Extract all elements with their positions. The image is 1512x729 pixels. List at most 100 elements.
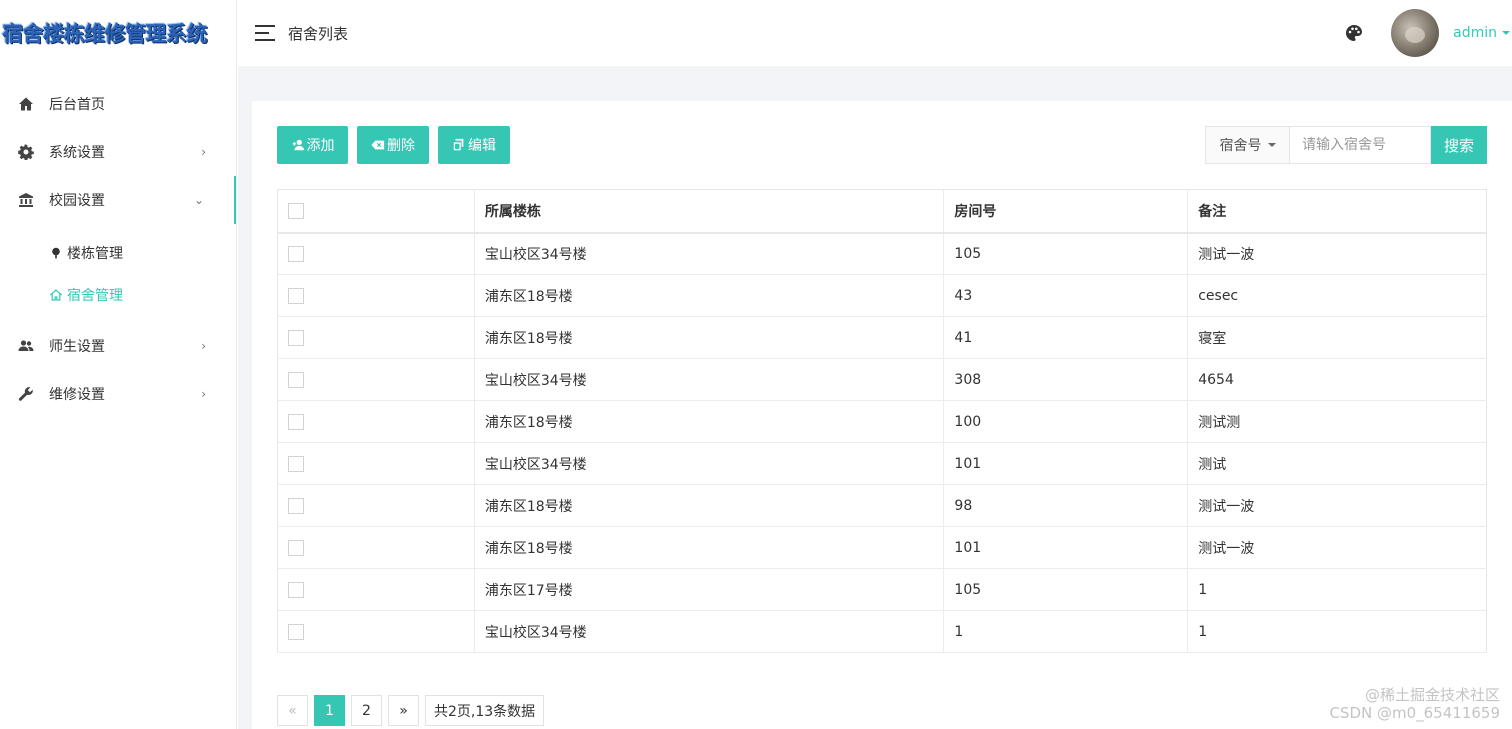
row-checkbox[interactable] bbox=[288, 413, 304, 430]
sidebar-item-campus-settings[interactable]: 校园设置 ⌄ bbox=[0, 176, 236, 224]
sidebar-item-label: 维修设置 bbox=[49, 387, 105, 403]
cell-room: 98 bbox=[943, 484, 1188, 527]
row-checkbox[interactable] bbox=[288, 371, 304, 388]
chevron-down-icon: ⌄ bbox=[193, 193, 204, 207]
table-row[interactable]: 宝山校区34号楼 105 测试一波 bbox=[277, 232, 1487, 275]
search-input[interactable] bbox=[1289, 126, 1431, 164]
sidebar-item-label: 校园设置 bbox=[49, 193, 105, 209]
cell-room: 101 bbox=[943, 526, 1188, 569]
row-checkbox[interactable] bbox=[288, 623, 304, 640]
cell-remark: 4654 bbox=[1187, 358, 1487, 401]
house-icon bbox=[50, 289, 62, 301]
campus-sub-menu: 楼栋管理 宿舍管理 bbox=[0, 224, 236, 322]
caret-down-icon bbox=[1267, 143, 1276, 147]
table-row[interactable]: 浦东区17号楼 105 1 bbox=[277, 568, 1487, 611]
sidebar-item-label: 后台首页 bbox=[49, 97, 105, 113]
sidebar-subitem-dorm-management[interactable]: 宿舍管理 bbox=[0, 274, 236, 316]
cell-building: 浦东区18号楼 bbox=[473, 484, 944, 527]
wrench-icon bbox=[18, 386, 34, 402]
row-checkbox[interactable] bbox=[288, 497, 304, 514]
cell-remark: 1 bbox=[1187, 610, 1487, 653]
sidebar-item-repair-settings[interactable]: 维修设置 › bbox=[0, 370, 236, 418]
cell-remark: 测试一波 bbox=[1187, 232, 1487, 275]
cell-remark: 测试一波 bbox=[1187, 484, 1487, 527]
home-icon bbox=[18, 96, 34, 112]
caret-down-icon bbox=[1502, 31, 1510, 35]
cell-remark: 测试一波 bbox=[1187, 526, 1487, 569]
table-row[interactable]: 宝山校区34号楼 1 1 bbox=[277, 610, 1487, 653]
column-header: 备注 bbox=[1187, 189, 1487, 234]
header-user-area: admin bbox=[1344, 0, 1512, 66]
watermark-line-1: @稀土掘金技术社区 bbox=[1364, 686, 1500, 704]
cell-room: 1 bbox=[943, 610, 1188, 653]
page-button-1[interactable]: 1 bbox=[314, 695, 345, 726]
sidebar-subitem-label: 宿舍管理 bbox=[67, 288, 123, 304]
row-checkbox[interactable] bbox=[288, 539, 304, 556]
cell-building: 浦东区18号楼 bbox=[473, 400, 944, 443]
table-row[interactable]: 浦东区18号楼 41 寝室 bbox=[277, 316, 1487, 359]
select-all-cell bbox=[277, 189, 475, 234]
watermark-line-2: CSDN @m0_65411659 bbox=[1329, 704, 1500, 722]
add-button[interactable]: 添加 bbox=[277, 126, 348, 164]
delete-button[interactable]: 删除 bbox=[357, 126, 429, 164]
row-checkbox[interactable] bbox=[288, 455, 304, 472]
search-button[interactable]: 搜索 bbox=[1431, 126, 1487, 164]
user-menu[interactable]: admin bbox=[1453, 25, 1510, 41]
column-header: 所属楼栋 bbox=[473, 189, 944, 234]
sidebar-menu-lower: 师生设置 › 维修设置 › bbox=[0, 322, 236, 418]
top-header: 宿舍列表 admin bbox=[238, 0, 1512, 66]
search-field-select[interactable]: 宿舍号 bbox=[1205, 126, 1289, 164]
cell-building: 宝山校区34号楼 bbox=[473, 442, 944, 485]
sidebar-subitem-label: 楼栋管理 bbox=[67, 246, 123, 262]
cell-room: 101 bbox=[943, 442, 1188, 485]
table-row[interactable]: 宝山校区34号楼 308 4654 bbox=[277, 358, 1487, 401]
row-checkbox[interactable] bbox=[288, 329, 304, 346]
search-bar: 宿舍号 搜索 bbox=[1205, 126, 1487, 164]
palette-icon[interactable] bbox=[1344, 23, 1364, 43]
pagination: « 1 2 » 共2页,13条数据 bbox=[277, 695, 550, 726]
cell-building: 浦东区18号楼 bbox=[473, 316, 944, 359]
user-name: admin bbox=[1453, 25, 1497, 41]
select-all-checkbox[interactable] bbox=[288, 202, 304, 219]
sidebar-item-system-settings[interactable]: 系统设置 › bbox=[0, 128, 236, 176]
cell-building: 宝山校区34号楼 bbox=[473, 358, 944, 401]
edit-button[interactable]: 编辑 bbox=[438, 126, 510, 164]
next-page-button[interactable]: » bbox=[388, 695, 419, 726]
table-row[interactable]: 浦东区18号楼 43 cesec bbox=[277, 274, 1487, 317]
pin-icon bbox=[50, 247, 62, 259]
cell-building: 宝山校区34号楼 bbox=[473, 232, 944, 275]
delete-button-label: 删除 bbox=[387, 137, 415, 153]
add-button-label: 添加 bbox=[306, 137, 335, 153]
cell-building: 宝山校区34号楼 bbox=[473, 610, 944, 653]
menu-toggle-icon[interactable] bbox=[255, 25, 275, 41]
prev-page-button[interactable]: « bbox=[277, 695, 308, 726]
table-row[interactable]: 宝山校区34号楼 101 测试 bbox=[277, 442, 1487, 485]
chevron-right-icon: › bbox=[201, 387, 206, 401]
pagination-info: 共2页,13条数据 bbox=[425, 695, 545, 726]
avatar[interactable] bbox=[1391, 9, 1440, 57]
page-button-2[interactable]: 2 bbox=[351, 695, 382, 726]
row-checkbox[interactable] bbox=[288, 581, 304, 598]
cell-building: 浦东区18号楼 bbox=[473, 526, 944, 569]
cell-remark: 测试 bbox=[1187, 442, 1487, 485]
sidebar-subitem-building-management[interactable]: 楼栋管理 bbox=[0, 232, 236, 274]
bank-icon bbox=[18, 192, 34, 208]
sidebar-item-home[interactable]: 后台首页 bbox=[0, 80, 236, 128]
sidebar-item-teacher-student-settings[interactable]: 师生设置 › bbox=[0, 322, 236, 370]
people-icon bbox=[18, 338, 34, 354]
cell-room: 100 bbox=[943, 400, 1188, 443]
table-row[interactable]: 浦东区18号楼 101 测试一波 bbox=[277, 526, 1487, 569]
cell-building: 浦东区17号楼 bbox=[473, 568, 944, 611]
column-header: 房间号 bbox=[943, 189, 1188, 234]
table-row[interactable]: 浦东区18号楼 98 测试一波 bbox=[277, 484, 1487, 527]
dorm-table: 所属楼栋 房间号 备注 宝山校区34号楼 105 测试一波 浦东区18号楼 43 ces… bbox=[277, 189, 1487, 653]
cell-room: 308 bbox=[943, 358, 1188, 401]
add-user-icon bbox=[292, 139, 304, 151]
chevron-right-icon: › bbox=[201, 145, 206, 159]
cell-remark: 寝室 bbox=[1187, 316, 1487, 359]
chevron-right-icon: › bbox=[201, 339, 206, 353]
table-row[interactable]: 浦东区18号楼 100 测试测 bbox=[277, 400, 1487, 443]
row-checkbox[interactable] bbox=[288, 287, 304, 304]
sidebar-menu: 后台首页 系统设置 › 校园设置 ⌄ bbox=[0, 80, 236, 224]
row-checkbox[interactable] bbox=[288, 245, 304, 262]
